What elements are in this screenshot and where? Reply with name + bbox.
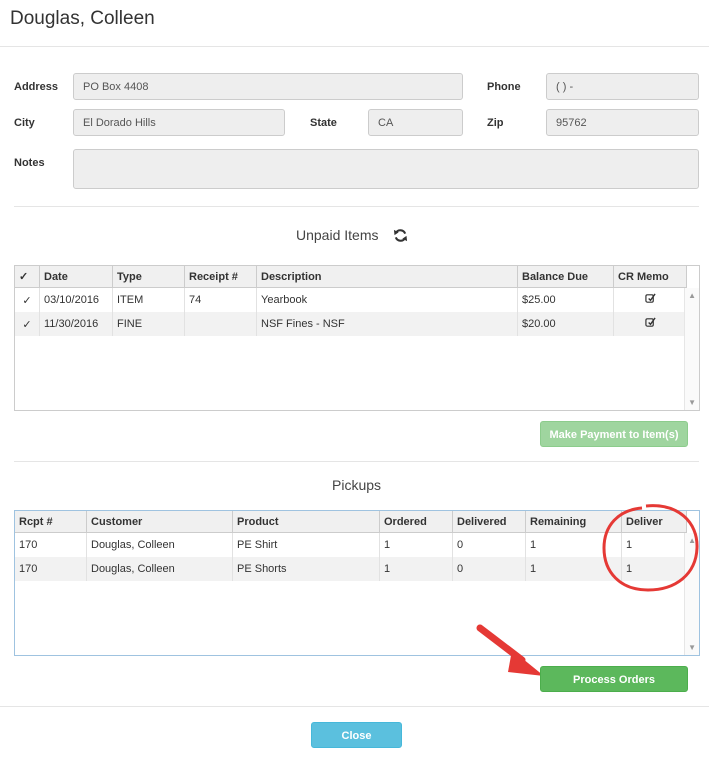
table-row[interactable]: 170 Douglas, Colleen PE Shorts 1 0 1 1 bbox=[15, 557, 687, 581]
divider bbox=[14, 461, 699, 462]
cr-memo-cell bbox=[613, 287, 687, 312]
cell-delivered: 0 bbox=[452, 532, 526, 557]
cell-balance-due: $25.00 bbox=[517, 287, 614, 312]
row-checkbox[interactable]: ✓ bbox=[15, 287, 40, 312]
process-orders-button[interactable]: Process Orders bbox=[540, 666, 688, 692]
pickups-title: Pickups bbox=[332, 477, 382, 493]
cell-rcpt: 170 bbox=[15, 557, 87, 581]
grid-header-row: Rcpt # Customer Product Ordered Delivere… bbox=[15, 511, 687, 533]
city-label: City bbox=[14, 117, 35, 129]
column-header-type[interactable]: Type bbox=[112, 266, 185, 288]
city-field[interactable]: El Dorado Hills bbox=[73, 109, 285, 136]
divider bbox=[14, 206, 699, 207]
page-title: Douglas, Colleen bbox=[10, 8, 155, 29]
address-field[interactable]: PO Box 4408 bbox=[73, 73, 463, 100]
phone-label: Phone bbox=[487, 81, 521, 93]
column-header-description[interactable]: Description bbox=[256, 266, 518, 288]
scroll-down-icon[interactable]: ▼ bbox=[688, 398, 696, 407]
column-header-cr-memo[interactable]: CR Memo bbox=[613, 266, 687, 288]
unpaid-items-title: Unpaid Items bbox=[296, 227, 379, 243]
edit-icon[interactable] bbox=[644, 317, 656, 328]
refresh-icon[interactable] bbox=[393, 228, 408, 243]
select-all-checkbox[interactable]: ✓ bbox=[15, 266, 40, 288]
table-row[interactable]: ✓ 03/10/2016 ITEM 74 Yearbook $25.00 bbox=[15, 287, 687, 312]
cell-description: Yearbook bbox=[256, 287, 518, 312]
cell-receipt bbox=[184, 312, 257, 336]
cell-customer: Douglas, Colleen bbox=[86, 557, 233, 581]
column-header-date[interactable]: Date bbox=[39, 266, 113, 288]
column-header-balance-due[interactable]: Balance Due bbox=[517, 266, 614, 288]
row-checkbox[interactable]: ✓ bbox=[15, 312, 40, 336]
make-payment-button[interactable]: Make Payment to Item(s) bbox=[540, 421, 688, 447]
column-header-receipt[interactable]: Receipt # bbox=[184, 266, 257, 288]
column-header-delivered[interactable]: Delivered bbox=[452, 511, 526, 533]
close-button[interactable]: Close bbox=[311, 722, 402, 748]
column-header-customer[interactable]: Customer bbox=[86, 511, 233, 533]
edit-icon[interactable] bbox=[644, 293, 656, 304]
divider bbox=[0, 46, 709, 47]
cell-balance-due: $20.00 bbox=[517, 312, 614, 336]
cell-delivered: 0 bbox=[452, 557, 526, 581]
cell-ordered: 1 bbox=[379, 532, 453, 557]
cell-customer: Douglas, Colleen bbox=[86, 532, 233, 557]
column-header-rcpt[interactable]: Rcpt # bbox=[15, 511, 87, 533]
state-field[interactable]: CA bbox=[368, 109, 463, 136]
table-row[interactable]: ✓ 11/30/2016 FINE NSF Fines - NSF $20.00 bbox=[15, 312, 687, 336]
cell-type: FINE bbox=[112, 312, 185, 336]
cell-receipt: 74 bbox=[184, 287, 257, 312]
annotation-circle bbox=[602, 504, 699, 592]
scroll-down-icon[interactable]: ▼ bbox=[688, 643, 696, 652]
table-row[interactable]: 170 Douglas, Colleen PE Shirt 1 0 1 1 bbox=[15, 532, 687, 557]
cell-rcpt: 170 bbox=[15, 532, 87, 557]
column-header-product[interactable]: Product bbox=[232, 511, 380, 533]
notes-field[interactable] bbox=[73, 149, 699, 189]
cell-product: PE Shorts bbox=[232, 557, 380, 581]
zip-label: Zip bbox=[487, 117, 504, 129]
zip-field[interactable]: 95762 bbox=[546, 109, 699, 136]
vertical-scrollbar[interactable]: ▲ ▼ bbox=[684, 288, 699, 410]
cr-memo-cell bbox=[613, 312, 687, 336]
notes-label: Notes bbox=[14, 157, 45, 169]
divider bbox=[0, 706, 709, 707]
grid-header-row: ✓ Date Type Receipt # Description Balanc… bbox=[15, 266, 687, 288]
cell-description: NSF Fines - NSF bbox=[256, 312, 518, 336]
state-label: State bbox=[310, 117, 337, 129]
unpaid-items-grid: ✓ Date Type Receipt # Description Balanc… bbox=[14, 265, 700, 411]
cell-ordered: 1 bbox=[379, 557, 453, 581]
phone-field[interactable]: ( ) - bbox=[546, 73, 699, 100]
cell-type: ITEM bbox=[112, 287, 185, 312]
cell-product: PE Shirt bbox=[232, 532, 380, 557]
address-label: Address bbox=[14, 81, 59, 93]
scroll-up-icon[interactable]: ▲ bbox=[688, 291, 696, 300]
cell-date: 03/10/2016 bbox=[39, 287, 113, 312]
cell-date: 11/30/2016 bbox=[39, 312, 113, 336]
column-header-ordered[interactable]: Ordered bbox=[379, 511, 453, 533]
